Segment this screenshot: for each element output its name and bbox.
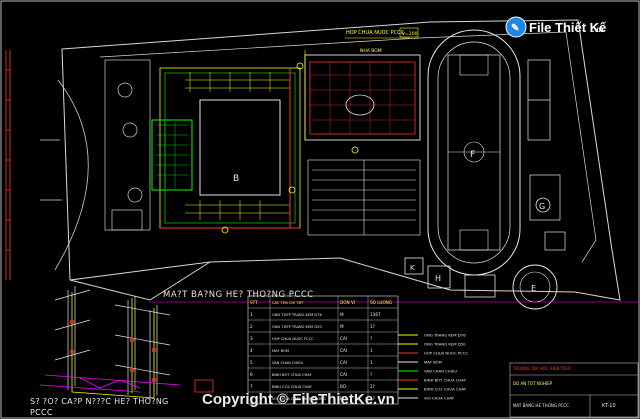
legend-table-cell: CAI [340, 348, 347, 353]
legend-table-header: DON VI [340, 300, 355, 305]
zone-label-f: F [470, 150, 475, 160]
tank-tag-label: HOP CHUA NUOC PCCC [346, 30, 405, 36]
legend-table-cell: ? [370, 372, 372, 377]
legend-table-cell: 5 [250, 360, 253, 365]
symbol-label: VOI CHUA CHAY [424, 396, 455, 401]
legend-table-cell: 2? [370, 384, 375, 389]
symbol-label: ONG TRANG KEM D76 [424, 333, 466, 338]
building-b [151, 67, 301, 229]
legend-table-cell: 1 [370, 360, 373, 365]
legend-table-cell: 2 [250, 324, 253, 329]
parking-block [307, 159, 421, 236]
garden-blocks [104, 59, 151, 231]
zone-label-g: G [539, 202, 545, 211]
legend-table-cell: CAI [340, 372, 347, 377]
symbol-label: HOP CHUA NUOC PCCC [424, 351, 468, 356]
legend-table-cell: BO [340, 384, 347, 389]
legend-table-cell: CAI [340, 336, 347, 341]
symbol-label: ONG TRANG KEM D50 [424, 342, 466, 347]
building-h [404, 257, 496, 298]
symbol-label: MAY BOM [424, 360, 442, 365]
legend-table-cell: 4 [250, 348, 253, 353]
symbol-label: BINH CO2 CHUA CHAY [424, 387, 467, 392]
symbol-legend: ONG TRANG KEM D76 ONG TRANG KEM D50 HOP CH… [398, 333, 468, 401]
legend-table-header: SO LUONG [370, 300, 392, 305]
brand-suffix: .vn [592, 25, 604, 34]
legend-table-cell: HOP CHUA NUOC PCCC [272, 337, 314, 341]
legend-table-cell: ? [370, 336, 372, 341]
file-icon-glyph: ✎ [511, 23, 519, 34]
legend-table-cell: 7 [250, 384, 253, 389]
legend-table-cell: 1 [250, 312, 253, 317]
copyright-watermark: Copyright © FileThietKe.vn [202, 391, 395, 408]
legend-table-cell: BINH CO2 CHUA CHAY [272, 385, 313, 389]
legend-table-cell: ONG THEP TRANG KEM D76 [272, 313, 322, 317]
legend-table-cell: BINH BOT CHUA CHAY [272, 373, 312, 377]
legend-table-cell: 1367 [370, 312, 381, 317]
tank-tag: HOP CHUA NUOC PCCC V=200 NHA BOM [345, 27, 419, 54]
left-column-red [5, 50, 11, 280]
tank-tag-value: V=200 [402, 31, 418, 37]
schematic-title-line1: S? ?O? CA?P N???C HE? THO?NG [30, 397, 169, 406]
legend-table-cell: 1? [370, 324, 375, 329]
title-block-line2: DO AN TOT NGHIEP [513, 381, 553, 386]
zone-label-k: K [410, 264, 415, 272]
zone-label-h: H [435, 274, 441, 283]
cad-drawing-canvas: B F G E H K HOP CHUA NUOC PCCC V=200 NHA… [0, 0, 640, 419]
schematic-title-line2: PCCC [30, 408, 53, 417]
legend-table-header: CAC TEN CHI TIET [272, 301, 305, 305]
building-north [304, 50, 421, 141]
title-block [509, 362, 639, 418]
legend-table-cell: ONG THEP TRANG KEM D50 [272, 325, 322, 329]
pump-tag-label: NHA BOM [360, 48, 382, 54]
legend-table-cell: VAN CHAN CHIEU [272, 361, 304, 365]
legend-table-cell: 6 [250, 372, 253, 377]
brand-watermark: ✎ File Thiết Kế .vn [505, 16, 607, 38]
symbol-label: VAN CHAN CHIEU [424, 369, 457, 374]
legend-table-cell: M [340, 324, 344, 329]
symbol-label: BINH BOT CHUA CHAY [424, 378, 467, 383]
title-block-sheet: KT-10 [602, 403, 616, 409]
legend-table-header: STT [250, 300, 258, 305]
legend-table-cell: CAI [340, 360, 347, 365]
legend-table-cell: 3 [250, 336, 253, 341]
zone-label-e: E [531, 284, 536, 293]
plan-title: MA?T BA?NG HE? THO?NG PCCC [163, 290, 314, 300]
sports-courts [527, 59, 566, 251]
title-block-line1: TRUONG DAI HOC KIEN TRUC [512, 366, 572, 371]
legend-table-cell: MAY BOM [272, 349, 289, 353]
legend-table-cell: 1 [370, 348, 373, 353]
legend-table-cell: M [340, 312, 344, 317]
zone-label-b: B [233, 174, 239, 184]
legend-table: STT CAC TEN CHI TIET DON VI SO LUONG 1 ONG TH… [247, 295, 399, 405]
title-block-drawing: MAT BANG HE THONG PCCC [513, 403, 569, 408]
isometric-schematic [39, 286, 214, 400]
